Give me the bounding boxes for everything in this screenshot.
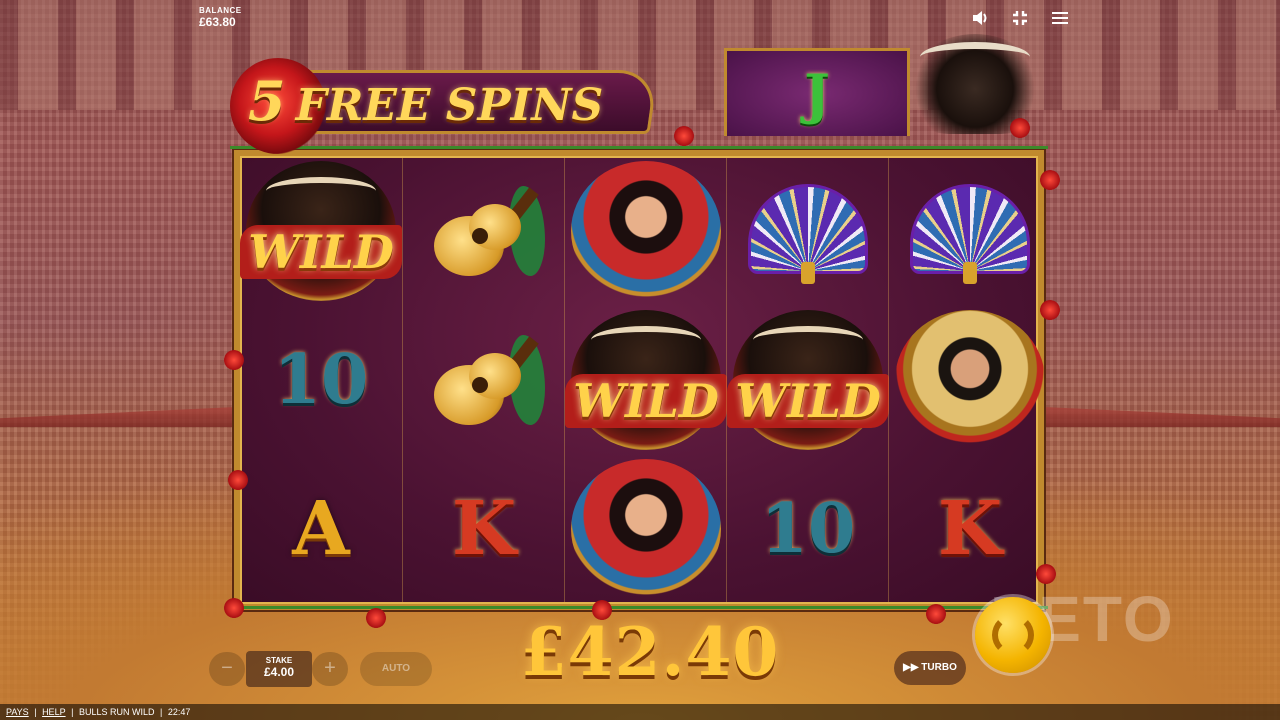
spin-button[interactable] xyxy=(975,597,1051,673)
footer-bar: PAYS | HELP | BULLS RUN WILD | 22:47 xyxy=(0,704,1280,720)
free-spins-title: 5 FREE SPINS xyxy=(248,66,603,136)
bull-wild-icon: WILD xyxy=(727,309,889,450)
flamenco-dancer-icon xyxy=(571,458,721,599)
symbol-wild: WILD xyxy=(565,305,727,454)
bull-horns xyxy=(920,42,1030,72)
vine-top xyxy=(230,146,1048,149)
top-reel-window: J xyxy=(724,48,910,136)
wild-label: WILD xyxy=(565,373,727,428)
rose-icon xyxy=(926,604,946,624)
fullscreen-icon[interactable] xyxy=(1011,10,1029,26)
ace-symbol: A xyxy=(292,485,350,572)
fan-icon xyxy=(743,176,873,286)
bull-wild-icon: WILD xyxy=(565,309,727,450)
jack-symbol: J xyxy=(804,61,830,126)
wild-label: WILD xyxy=(727,373,889,428)
volume-icon[interactable] xyxy=(971,10,989,26)
balance-display: BALANCE £63.80 xyxy=(199,6,242,29)
reel-5: K xyxy=(888,156,1050,604)
symbol-matador xyxy=(889,305,1051,454)
reel-grid: WILD 10 A K WILD WILD 10 K xyxy=(234,150,1045,610)
stake-value: £4.00 xyxy=(263,665,295,679)
clock-time: 22:47 xyxy=(167,707,191,717)
guitar-icon xyxy=(424,325,545,435)
flamenco-dancer-icon xyxy=(571,160,721,301)
bull-wild-icon: WILD xyxy=(240,160,402,301)
stake-decrease-button[interactable]: − xyxy=(209,652,245,686)
rose-icon xyxy=(1040,170,1060,190)
reel-1: WILD 10 A xyxy=(240,156,402,604)
matador-icon xyxy=(895,309,1045,450)
free-spins-label: FREE SPINS xyxy=(295,80,604,131)
symbol-guitar xyxy=(403,305,565,454)
wild-label: WILD xyxy=(240,224,402,279)
rose-icon xyxy=(366,608,386,628)
footer-separator: | xyxy=(159,707,163,717)
pays-link[interactable]: PAYS xyxy=(6,707,29,717)
reel-2: K xyxy=(402,156,564,604)
symbol-ace: A xyxy=(240,454,402,603)
reel-3: WILD xyxy=(564,156,727,604)
symbol-fan xyxy=(889,156,1051,305)
symbol-guitar xyxy=(403,156,565,305)
guitar-icon xyxy=(424,176,545,286)
symbol-king: K xyxy=(403,454,565,603)
symbol-king: K xyxy=(889,454,1051,603)
ten-symbol: 10 xyxy=(273,339,369,420)
win-amount: £42.40 xyxy=(520,613,780,691)
symbol-ten: 10 xyxy=(727,454,889,603)
symbol-wild: WILD xyxy=(240,156,402,305)
symbol-lady xyxy=(565,454,727,603)
symbol-ten: 10 xyxy=(240,305,402,454)
symbol-fan xyxy=(727,156,889,305)
rose-icon xyxy=(224,350,244,370)
footer-separator: | xyxy=(34,707,37,717)
symbol-wild: WILD xyxy=(727,305,889,454)
vine-bottom xyxy=(230,606,1048,609)
help-link[interactable]: HELP xyxy=(42,707,66,717)
rose-icon xyxy=(228,470,248,490)
king-symbol: K xyxy=(937,485,1003,572)
footer-separator: | xyxy=(71,707,74,717)
spin-arrows-icon xyxy=(992,614,1034,656)
balance-value: £63.80 xyxy=(199,15,236,29)
turbo-button[interactable]: ▶▶ TURBO xyxy=(894,651,966,685)
free-spins-count: 5 xyxy=(248,69,286,133)
menu-icon[interactable] xyxy=(1051,10,1069,26)
symbol-lady xyxy=(565,156,727,305)
rose-icon xyxy=(1036,564,1056,584)
top-bar: BALANCE £63.80 xyxy=(0,0,1280,36)
rose-icon xyxy=(674,126,694,146)
rose-icon xyxy=(1040,300,1060,320)
free-spins-banner: 5 FREE SPINS xyxy=(230,58,660,154)
stake-increase-button[interactable]: + xyxy=(312,652,348,686)
rose-icon xyxy=(1010,118,1030,138)
king-symbol: K xyxy=(451,485,517,572)
reel-4: WILD 10 xyxy=(726,156,889,604)
game-name: BULLS RUN WILD xyxy=(78,707,155,717)
fan-icon xyxy=(905,176,1035,286)
autoplay-button[interactable]: AUTO xyxy=(360,652,432,686)
rose-icon xyxy=(224,598,244,618)
stake-label: STAKE xyxy=(265,656,293,665)
ten-symbol: 10 xyxy=(760,488,856,569)
stake-display: STAKE £4.00 xyxy=(246,651,312,687)
balance-label: BALANCE xyxy=(199,6,242,15)
